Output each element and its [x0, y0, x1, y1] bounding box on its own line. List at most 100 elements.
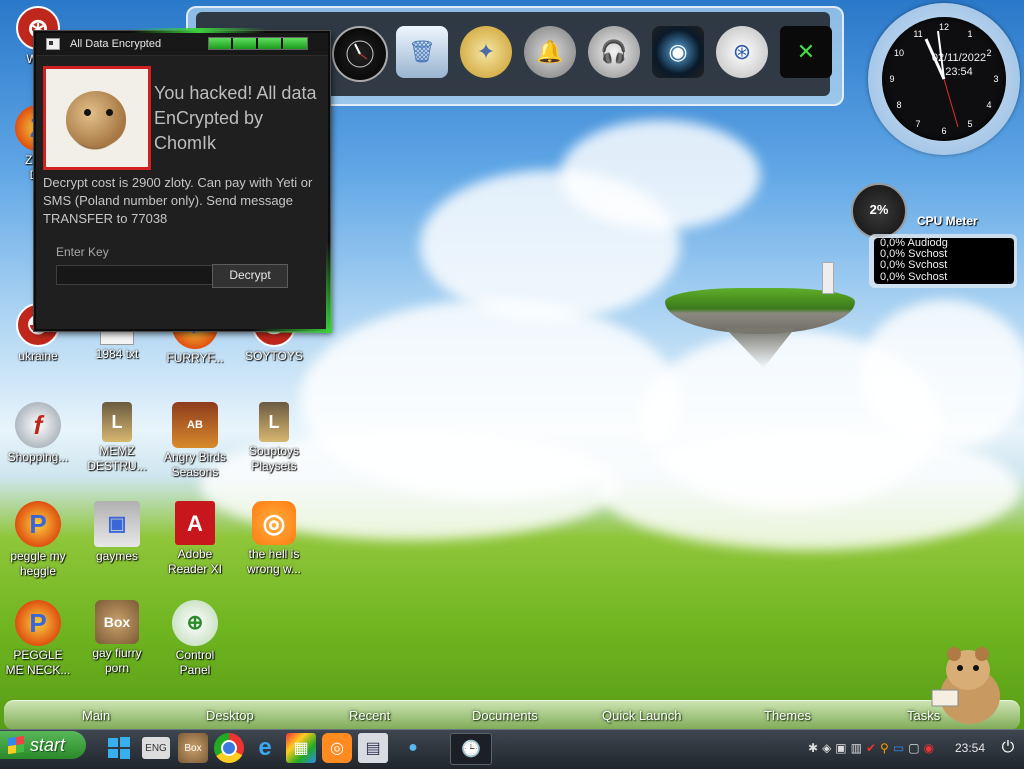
- headphones-icon[interactable]: 🎧: [588, 26, 640, 78]
- desktop-icon-label: 1984 txt: [95, 347, 139, 361]
- ransom-message: Decrypt cost is 2900 zloty. Can pay with…: [43, 175, 313, 226]
- window-app-icon: [46, 38, 60, 50]
- desktop-icon-gaymes[interactable]: ▣ gaymes: [77, 501, 157, 564]
- hamster-face: [66, 91, 126, 147]
- desktop-icon-peggle2[interactable]: P PEGGLE ME NECK...: [0, 600, 78, 678]
- desktop-icon-label: ukraine: [18, 349, 58, 363]
- desktop-icon-label: Angry Birds Seasons: [163, 450, 227, 479]
- bell-icon[interactable]: 🔔: [524, 26, 576, 78]
- hamster-eye: [84, 109, 91, 116]
- peggle2-icon: P: [15, 600, 61, 646]
- adobe-icon: A: [175, 501, 215, 545]
- hamster-mascot: [931, 647, 1000, 724]
- language-button[interactable]: ENG: [142, 737, 170, 759]
- clock-number: 8: [896, 100, 902, 110]
- clock-number: 4: [986, 100, 992, 110]
- language-label: ENG: [145, 742, 167, 754]
- launch-tab-recent[interactable]: Recent: [349, 708, 390, 723]
- progress-segment: [256, 38, 258, 49]
- network-icon[interactable]: ✱: [808, 741, 818, 755]
- clock-face: 02/11/2022 23:54 12 1 2 3 4 5 6 7 8 9 10 11: [882, 17, 1006, 141]
- monitor-icon[interactable]: ▢: [908, 741, 919, 755]
- desktop-icon-angry[interactable]: AB Angry Birds Seasons: [155, 402, 235, 480]
- hamster-eye: [106, 109, 113, 116]
- key-input[interactable]: [56, 265, 214, 285]
- souptoys-task-icon[interactable]: 🕒: [450, 733, 492, 765]
- clock-number: 3: [993, 74, 999, 84]
- launch-tab-themes[interactable]: Themes: [764, 708, 811, 723]
- control-icon: ⊕: [172, 600, 218, 646]
- desktop-icon-uc[interactable]: ◎ the hell is wrong w...: [234, 501, 314, 577]
- launch-tab-main[interactable]: Main: [82, 708, 110, 723]
- window-titlebar[interactable]: All Data Encrypted: [36, 33, 328, 56]
- hamster-photo: [43, 66, 151, 170]
- desktop-icon-memz[interactable]: L MEMZ DESTRU...: [77, 402, 157, 474]
- launch-tab-quick-launch[interactable]: Quick Launch: [602, 708, 682, 723]
- desktop-icon-label: Adobe Reader XI: [167, 547, 223, 576]
- clock-gadget[interactable]: 02/11/2022 23:54 12 1 2 3 4 5 6 7 8 9 10 11: [868, 3, 1020, 155]
- chrome-icon[interactable]: [214, 733, 244, 763]
- desktop-icon-label: MEMZ DESTRU...: [87, 444, 147, 473]
- clock-number: 6: [941, 126, 947, 136]
- record-icon[interactable]: ◉: [924, 741, 934, 755]
- decrypt-button[interactable]: Decrypt: [212, 264, 288, 288]
- clock-number: 7: [915, 119, 921, 130]
- system-tray: ✱ ◈ ▣ ▥ ✔ ⚲ ▭ ▢ ◉: [808, 733, 954, 763]
- clock-number: 9: [889, 74, 895, 84]
- cpu-dial[interactable]: 2%: [851, 183, 907, 239]
- globe-taskbar-icon[interactable]: ●: [398, 733, 428, 763]
- update-icon[interactable]: ▥: [851, 741, 862, 755]
- progress-fill: [209, 38, 307, 49]
- camera-icon[interactable]: ◉: [652, 26, 704, 78]
- security-icon[interactable]: ▣: [835, 741, 846, 755]
- progress-segment: [281, 38, 283, 49]
- launch-tab-desktop[interactable]: Desktop: [206, 708, 254, 723]
- bluetooth-icon[interactable]: ◈: [822, 741, 831, 755]
- razer-icon[interactable]: ✕: [780, 26, 832, 78]
- angry-icon: AB: [172, 402, 218, 448]
- encryption-progress-bar: [208, 37, 308, 50]
- gayporn-icon: Box: [95, 600, 139, 644]
- clock-number: 2: [986, 48, 992, 58]
- ransom-headline: You hacked! All data EnCrypted by ChomIk: [154, 83, 317, 153]
- uc-browser-icon[interactable]: ◎: [322, 733, 352, 763]
- desktop-icon-gayporn[interactable]: Box gay fiurry porn: [77, 600, 157, 676]
- clock-icon[interactable]: [332, 26, 388, 82]
- window-switcher-icon[interactable]: ▤: [358, 733, 388, 763]
- launch-tab-documents[interactable]: Documents: [472, 708, 538, 723]
- search-icon[interactable]: ⚲: [880, 741, 889, 755]
- media-icon[interactable]: ▦: [286, 733, 316, 763]
- compass-icon[interactable]: ⊛: [716, 26, 768, 78]
- desktop-icon-label: the hell is wrong w...: [246, 547, 302, 576]
- uc-icon: ◎: [252, 501, 296, 545]
- display-icon[interactable]: ▭: [893, 741, 904, 755]
- desktop-icon-shopping[interactable]: f Shopping...: [0, 402, 78, 465]
- launch-bar: Main Desktop Recent Documents Quick Launch Th…: [4, 700, 1020, 730]
- desktop-icon-label: Shopping...: [7, 450, 69, 464]
- desktop-icon-label: SOYTOYS: [245, 349, 303, 363]
- shopping-icon: f: [15, 402, 61, 448]
- souptoys-icon: L: [259, 402, 289, 442]
- ie-icon[interactable]: e: [250, 733, 280, 763]
- ransom-window: All Data Encrypted You hacked! All data …: [34, 28, 332, 333]
- desktop-icon-peggle1[interactable]: Ppeggle my heggle: [0, 501, 78, 579]
- window-glow: [252, 329, 332, 333]
- taskbar-clock[interactable]: 23:54: [955, 741, 985, 755]
- window-title: All Data Encrypted: [70, 38, 162, 50]
- start-button[interactable]: start: [0, 731, 86, 759]
- cpu-process-row: 0,0% Svchost: [880, 259, 948, 272]
- desktop-icon-souptoys[interactable]: L Souptoys Playsets: [234, 402, 314, 474]
- cpu-meter-title: CPU Meter: [917, 214, 978, 228]
- clock-number: 10: [893, 48, 904, 58]
- desktop-icon-label: Souptoys Playsets: [248, 444, 300, 473]
- hamster-box-icon[interactable]: Box: [178, 733, 208, 763]
- desktop-icon-label: Control Panel: [175, 648, 215, 677]
- recycle-bin-icon[interactable]: 🗑: [396, 26, 448, 78]
- windows-icon[interactable]: [104, 733, 134, 763]
- check-icon[interactable]: ✔: [866, 741, 876, 755]
- power-icon[interactable]: ⏻: [994, 733, 1022, 763]
- globe-icon[interactable]: ✦: [460, 26, 512, 78]
- desktop-icon-adobe[interactable]: A Adobe Reader XI: [155, 501, 235, 577]
- lighthouse: [822, 262, 834, 294]
- desktop-icon-control[interactable]: ⊕ Control Panel: [155, 600, 235, 678]
